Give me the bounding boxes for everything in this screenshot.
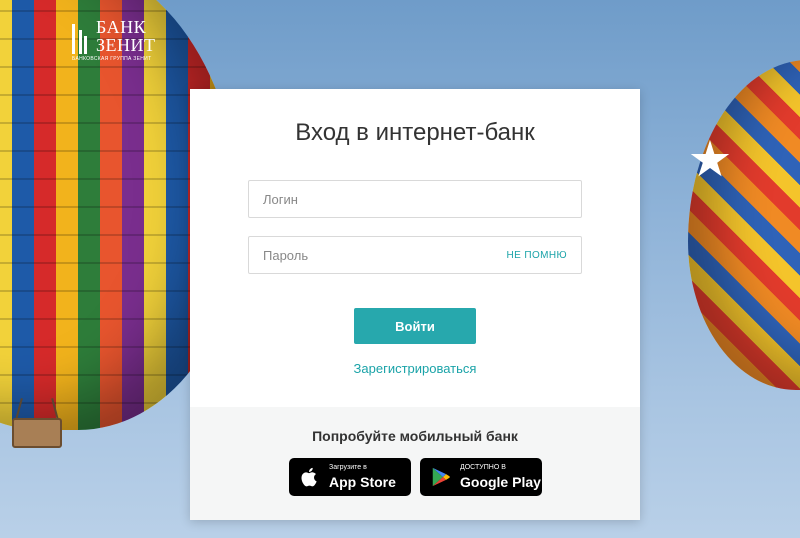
mobile-app-section: Попробуйте мобильный банк Загрузите в Ap… [190,407,640,520]
login-field [248,180,582,218]
logo-text-line1: БАНК [96,17,147,37]
login-input[interactable] [249,181,581,217]
logo-text-line2: ЗЕНИТ [96,35,156,55]
google-play-big-text: Google Play [460,474,541,490]
login-card: Вход в интернет-банк НЕ ПОМНЮ Войти Заре… [190,89,640,520]
mobile-app-title: Попробуйте мобильный банк [312,428,518,444]
logo-mark-icon [72,24,94,54]
google-play-icon [432,467,450,487]
google-play-button[interactable]: ДОСТУПНО В Google Play [420,458,542,496]
register-link[interactable]: Зарегистрироваться [190,361,640,376]
app-store-big-text: App Store [329,474,396,490]
password-field: НЕ ПОМНЮ [248,236,582,274]
google-play-small-text: ДОСТУПНО В [460,464,506,471]
login-button[interactable]: Войти [354,308,476,344]
balloon-basket [12,418,62,448]
logo-subtitle: банковская группа зенит [72,56,152,62]
hot-air-balloon-right [688,60,800,390]
app-store-button[interactable]: Загрузите в App Store [289,458,411,496]
apple-icon [301,467,317,487]
app-store-small-text: Загрузите в [329,464,367,471]
forgot-password-link[interactable]: НЕ ПОМНЮ [507,250,568,261]
login-title: Вход в интернет-банк [295,119,535,146]
bank-logo[interactable]: БАНК ЗЕНИТ банковская группа зенит [72,14,162,64]
